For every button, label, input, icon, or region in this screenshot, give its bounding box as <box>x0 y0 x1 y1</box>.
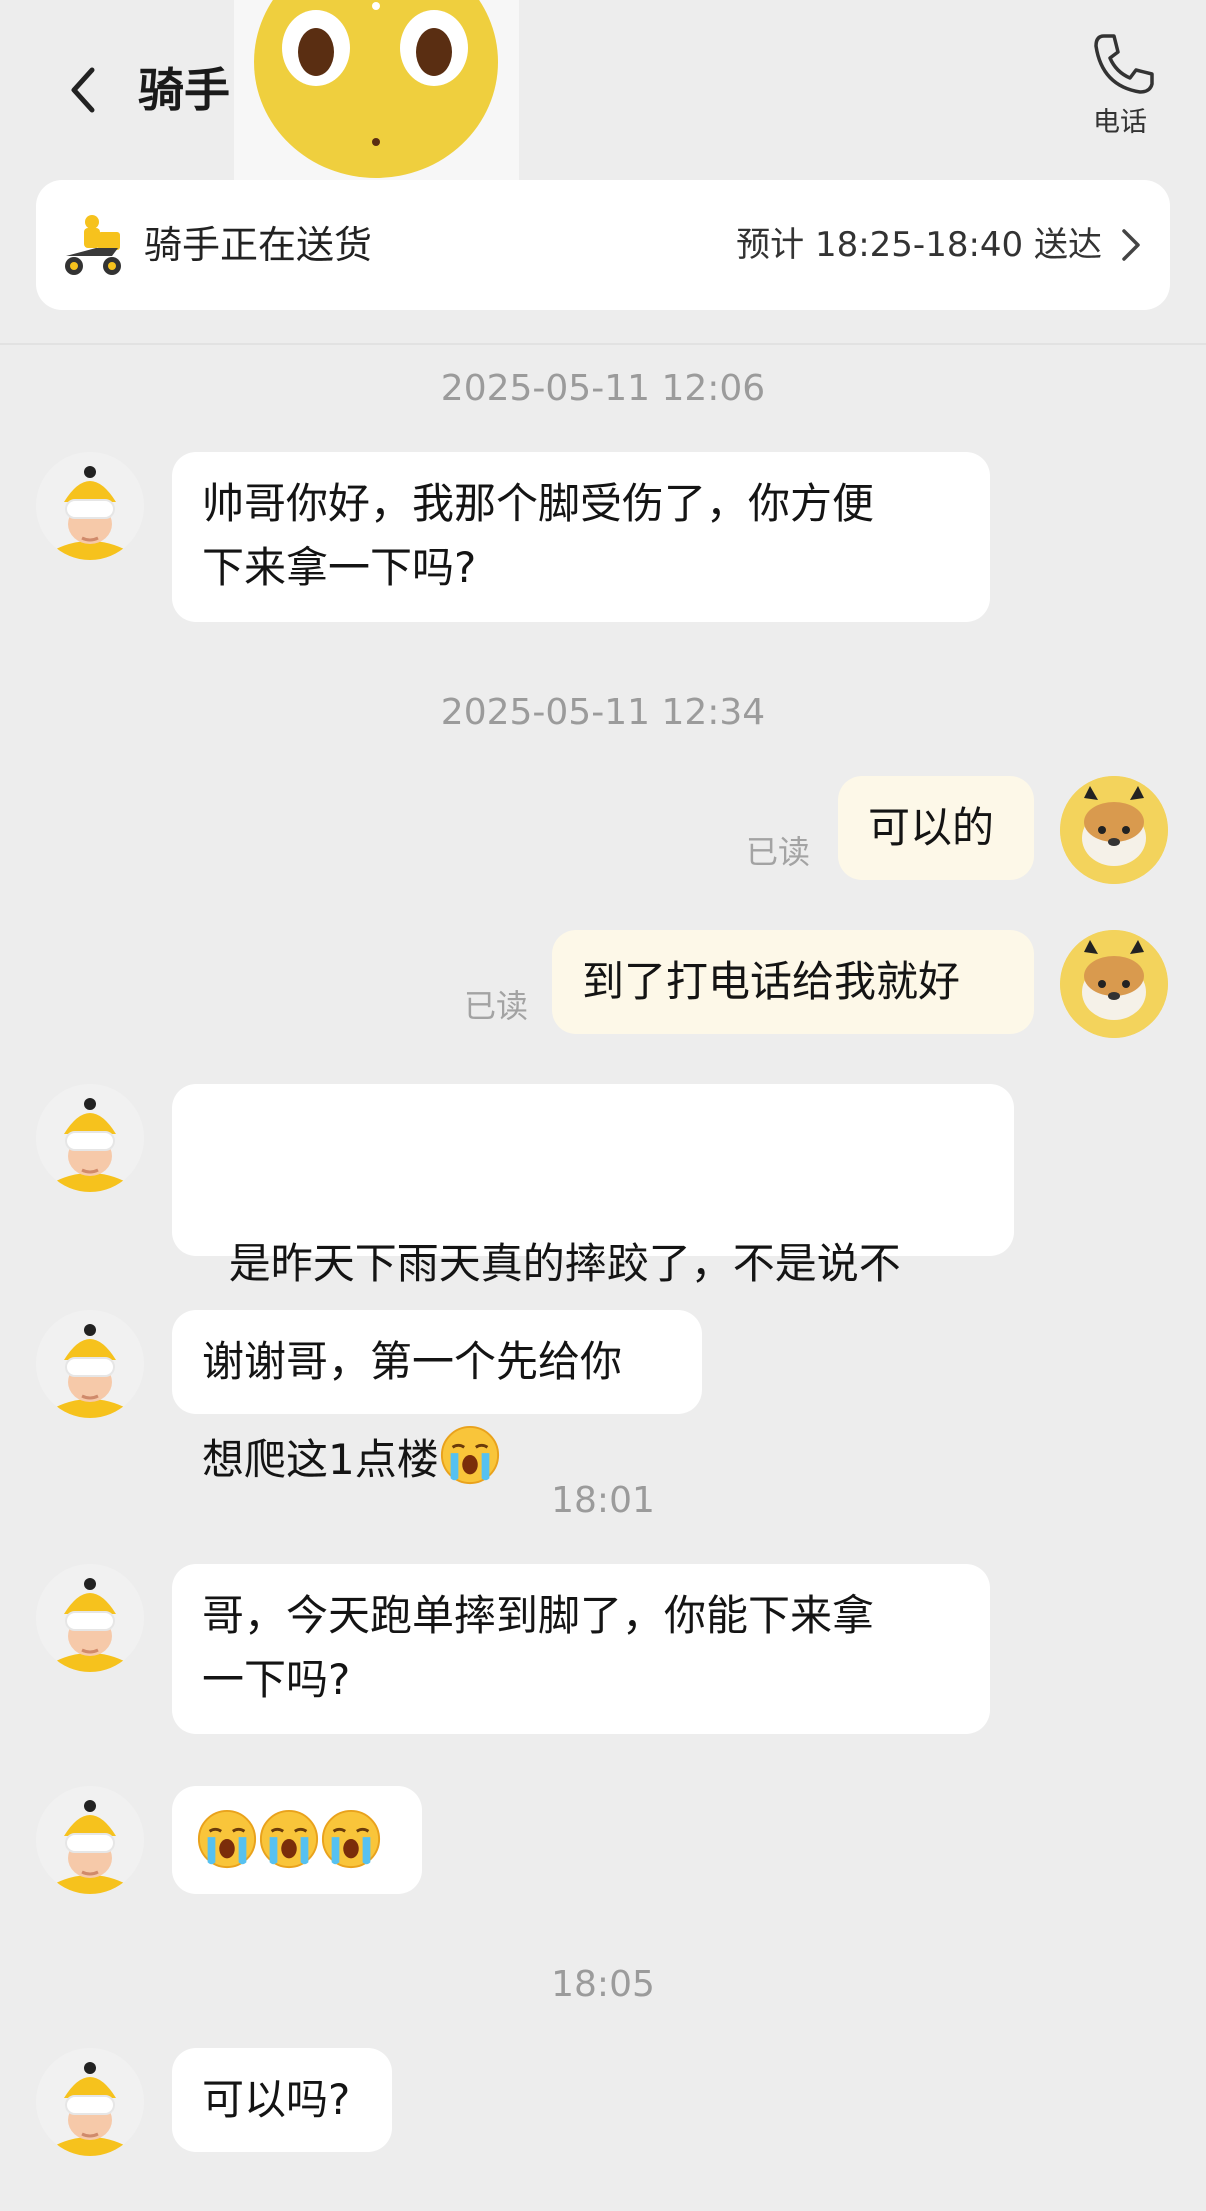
chevron-right-icon <box>1122 229 1140 261</box>
back-button[interactable] <box>58 60 108 120</box>
my-message-bubble[interactable]: 可以的 <box>838 776 1034 880</box>
rider-avatar[interactable] <box>36 1564 144 1672</box>
crying-face-emoji <box>196 1808 258 1870</box>
timestamp: 18:01 <box>551 1480 655 1521</box>
rider-avatar[interactable] <box>36 2048 144 2156</box>
read-receipt: 已读 <box>746 833 811 871</box>
delivery-scooter-icon <box>56 212 128 278</box>
timestamp: 2025-05-11 12:34 <box>440 692 766 733</box>
crying-face-emoji <box>320 1808 382 1870</box>
message-line: 哥，今天跑单摔到脚了，你能下来拿 <box>202 1591 875 1640</box>
delivery-status-card[interactable]: 骑手正在送货 预计 18:25-18:40 送达 <box>36 180 1170 310</box>
page-title: 骑手 <box>138 63 230 117</box>
message-bubble[interactable]: 是昨天下雨天真的摔跤了，不是说不 想爬这1点楼 <box>172 1084 1014 1256</box>
phone-icon <box>1094 34 1154 94</box>
message-text: 谢谢哥，第一个先给你 <box>202 1337 623 1386</box>
rider-avatar[interactable] <box>36 1310 144 1418</box>
message-line: 一下吗? <box>202 1655 351 1704</box>
message-text: 到了打电话给我就好 <box>582 957 961 1006</box>
my-avatar[interactable] <box>1060 776 1168 884</box>
message-text: 可以吗? <box>202 2075 351 2124</box>
timestamp: 18:05 <box>551 1964 655 2005</box>
chevron-left-icon <box>71 67 95 113</box>
message-bubble[interactable] <box>172 1786 422 1894</box>
message-bubble[interactable]: 谢谢哥，第一个先给你 <box>172 1310 702 1414</box>
timestamp: 2025-05-11 12:06 <box>440 368 766 409</box>
header-divider <box>0 343 1206 345</box>
my-avatar[interactable] <box>1060 930 1168 1038</box>
my-message-bubble[interactable]: 到了打电话给我就好 <box>552 930 1034 1034</box>
message-line: 是昨天下雨天真的摔跤了，不是说不 <box>202 1239 901 1288</box>
message-line: 帅哥你好，我那个脚受伤了，你方便 <box>202 479 875 528</box>
message-bubble[interactable]: 哥，今天跑单摔到脚了，你能下来拿 一下吗? <box>172 1564 990 1734</box>
delivery-status-text: 骑手正在送货 <box>144 223 373 267</box>
rider-avatar[interactable] <box>36 1084 144 1192</box>
phone-label: 电话 <box>1093 107 1147 138</box>
message-bubble[interactable]: 帅哥你好，我那个脚受伤了，你方便 下来拿一下吗? <box>172 452 990 622</box>
phone-call-button[interactable]: 电话 <box>1080 28 1160 138</box>
rider-avatar[interactable] <box>36 1786 144 1894</box>
message-text: 可以的 <box>868 803 995 852</box>
read-receipt: 已读 <box>464 987 529 1025</box>
message-bubble[interactable]: 可以吗? <box>172 2048 392 2152</box>
sticker-image <box>234 0 519 185</box>
rider-avatar[interactable] <box>36 452 144 560</box>
message-line: 下来拿一下吗? <box>202 543 477 592</box>
eta-text: 预计 18:25-18:40 送达 <box>736 225 1102 265</box>
crying-face-emoji <box>258 1808 320 1870</box>
